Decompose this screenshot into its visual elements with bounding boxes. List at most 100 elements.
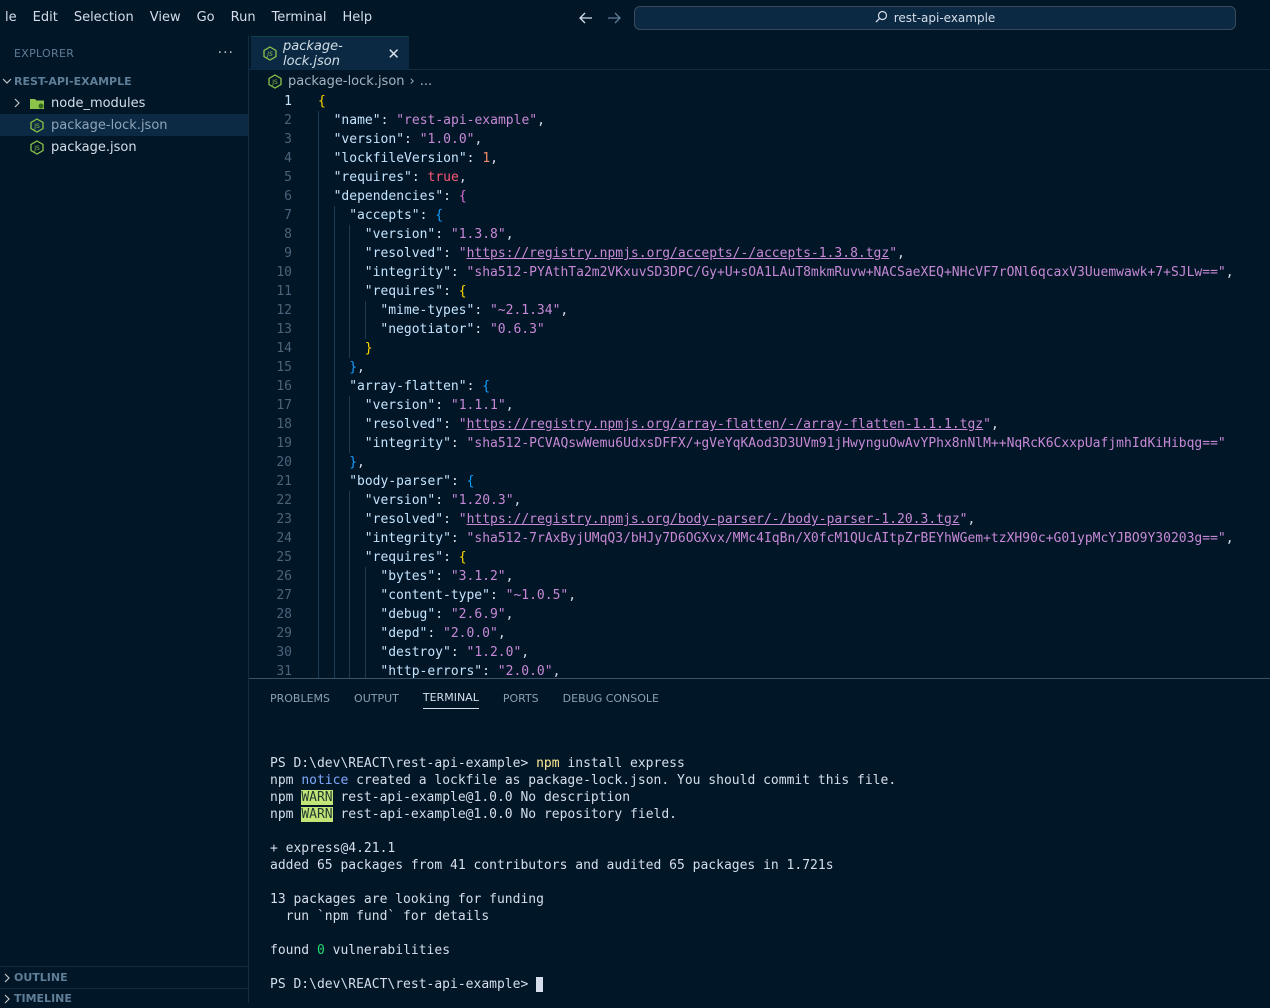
code-token: :: [443, 284, 459, 299]
more-actions-icon[interactable]: ···: [218, 45, 234, 61]
code-line[interactable]: 4 "lockfileVersion": 1,: [249, 149, 1270, 168]
code-line[interactable]: 14}: [249, 339, 1270, 358]
code-line[interactable]: 25 "requires": {: [249, 548, 1270, 567]
line-number: 27: [276, 588, 292, 603]
code-token: "resolved": [364, 246, 444, 261]
command-center-search[interactable]: rest-api-example: [634, 6, 1236, 30]
code-line[interactable]: 2 "name": "rest-api-example",: [249, 111, 1270, 130]
code-line[interactable]: 13 "negotiator": "0.6.3": [249, 320, 1270, 339]
code-line[interactable]: 9 "resolved": "https://registry.npmjs.org…: [249, 244, 1270, 263]
code-token: ,: [505, 227, 514, 242]
tree-item-package-json[interactable]: JS package.json: [0, 136, 248, 158]
code-line[interactable]: 7 "accepts": {: [249, 206, 1270, 225]
project-folder-label: REST-API-EXAMPLE: [14, 74, 132, 88]
indent-guide: [318, 491, 319, 510]
indent-guide: [349, 282, 351, 301]
code-token: "3.1.2": [450, 569, 506, 584]
tab-output[interactable]: OUTPUT: [354, 688, 399, 709]
menu-edit[interactable]: Edit: [25, 0, 66, 36]
menu-file[interactable]: le: [0, 0, 25, 36]
code-text: "integrity": "sha512-PYAthTa2m2VKxuvSD3D…: [365, 263, 1234, 282]
terminal-output[interactable]: PS D:\dev\REACT\rest-api-example> npm in…: [270, 755, 896, 993]
code-line[interactable]: 23 "resolved": "https://registry.npmjs.or…: [249, 510, 1270, 529]
code-line[interactable]: 21 "body-parser": {: [249, 472, 1270, 491]
tab-terminal[interactable]: TERMINAL: [422, 687, 479, 709]
code-line[interactable]: 11 "requires": {: [249, 282, 1270, 301]
code-line[interactable]: 22 "version": "1.20.3",: [249, 491, 1270, 510]
close-icon[interactable]: ✕: [387, 45, 400, 63]
back-arrow-icon[interactable]: [577, 8, 595, 28]
code-token: "body-parser": [349, 474, 451, 489]
terminal-text: notice: [301, 773, 349, 788]
menu-bar: le Edit Selection View Go Run Terminal H…: [0, 0, 380, 36]
menu-go[interactable]: Go: [189, 0, 223, 36]
indent-guide: [349, 339, 351, 358]
code-line[interactable]: 20},: [249, 453, 1270, 472]
terminal-line: run `npm fund` for details: [270, 908, 896, 925]
tab-problems[interactable]: PROBLEMS: [270, 688, 330, 709]
indent-guide: [318, 149, 319, 168]
code-token: "resolved": [364, 512, 444, 527]
code-text: "integrity": "sha512-PCVAQswWemu6UdxsDFF…: [365, 434, 1226, 453]
terminal-text: WARN: [301, 807, 333, 822]
menu-selection[interactable]: Selection: [66, 0, 142, 36]
code-line[interactable]: 10 "integrity": "sha512-PYAthTa2m2VKxuvSD…: [249, 263, 1270, 282]
indent-guide: [333, 662, 335, 678]
code-line[interactable]: 24 "integrity": "sha512-7rAxByjUMqQ3/bHJy…: [249, 529, 1270, 548]
tree-item-node-modules[interactable]: node_modules: [0, 92, 248, 114]
code-line[interactable]: 1{: [249, 92, 1270, 111]
indent-guide: [318, 206, 319, 225]
breadcrumb: JS package-lock.json › ...: [249, 70, 1270, 92]
indent-guide: [349, 567, 351, 586]
menu-run[interactable]: Run: [223, 0, 264, 36]
line-number: 2: [284, 113, 292, 128]
code-token: }: [364, 341, 373, 356]
indent-guide: [318, 453, 319, 472]
tab-debug-console[interactable]: DEBUG CONSOLE: [563, 688, 659, 709]
breadcrumb-file[interactable]: package-lock.json: [288, 74, 405, 89]
line-number: 13: [276, 322, 292, 337]
menu-help[interactable]: Help: [335, 0, 381, 36]
code-line[interactable]: 28 "debug": "2.6.9",: [249, 605, 1270, 624]
outline-section-header[interactable]: OUTLINE: [0, 966, 249, 988]
tab-ports[interactable]: PORTS: [503, 688, 539, 709]
code-token: :: [450, 531, 467, 546]
project-folder-header[interactable]: REST-API-EXAMPLE: [0, 70, 248, 92]
menu-terminal[interactable]: Terminal: [264, 0, 335, 36]
terminal-line: PS D:\dev\REACT\rest-api-example> npm in…: [270, 755, 896, 772]
code-line[interactable]: 26 "bytes": "3.1.2",: [249, 567, 1270, 586]
tab-package-lock-json[interactable]: JS package-lock.json ✕: [251, 36, 409, 70]
indent-guide: [333, 586, 335, 605]
code-line[interactable]: 29 "depd": "2.0.0",: [249, 624, 1270, 643]
code-token: "array-flatten": [349, 379, 467, 394]
breadcrumb-symbol[interactable]: ...: [420, 74, 432, 89]
code-line[interactable]: 30 "destroy": "1.2.0",: [249, 643, 1270, 662]
terminal-text: PS D:\dev\REACT\rest-api-example>: [270, 756, 537, 771]
code-line[interactable]: 16 "array-flatten": {: [249, 377, 1270, 396]
code-token: "destroy": [380, 645, 451, 660]
code-line[interactable]: 12 "mime-types": "~2.1.34",: [249, 301, 1270, 320]
tree-item-package-lock-json[interactable]: JS package-lock.json: [0, 114, 248, 136]
menu-view[interactable]: View: [142, 0, 189, 36]
code-line[interactable]: 18 "resolved": "https://registry.npmjs.or…: [249, 415, 1270, 434]
code-line[interactable]: 31 "http-errors": "2.0.0",: [249, 662, 1270, 678]
code-text: {: [318, 92, 326, 111]
code-line[interactable]: 27 "content-type": "~1.0.5",: [249, 586, 1270, 605]
code-line[interactable]: 8 "version": "1.3.8",: [249, 225, 1270, 244]
forward-arrow-icon[interactable]: [605, 8, 623, 28]
code-line[interactable]: 17 "version": "1.1.1",: [249, 396, 1270, 415]
code-line[interactable]: 15},: [249, 358, 1270, 377]
bottom-panel: PROBLEMS OUTPUT TERMINAL PORTS DEBUG CON…: [249, 678, 1270, 1003]
line-number: 14: [276, 341, 292, 356]
code-line[interactable]: 19 "integrity": "sha512-PCVAQswWemu6UdxsD…: [249, 434, 1270, 453]
code-token: "debug": [380, 607, 436, 622]
terminal-line: added 65 packages from 41 contributors a…: [270, 857, 896, 874]
timeline-section-header[interactable]: TIMELINE: [0, 988, 249, 1008]
code-editor[interactable]: 1{2 "name": "rest-api-example", 3 "version"…: [249, 92, 1270, 678]
indent-guide: [318, 282, 319, 301]
code-line[interactable]: 5 "requires": true,: [249, 168, 1270, 187]
code-line[interactable]: 3 "version": "1.0.0",: [249, 130, 1270, 149]
code-token: "1.1.1": [450, 398, 506, 413]
code-line[interactable]: 6 "dependencies": {: [249, 187, 1270, 206]
